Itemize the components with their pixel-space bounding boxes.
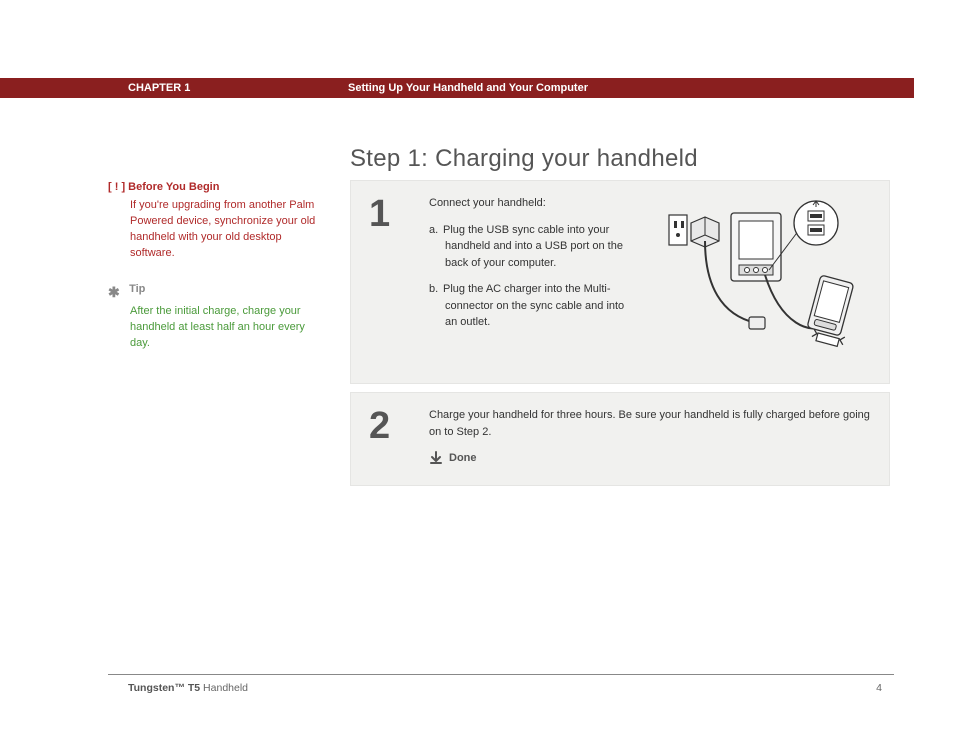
header-main: CHAPTER 1 Setting Up Your Handheld and Y… bbox=[108, 78, 914, 98]
footer-product: Tungsten™ T5 Handheld bbox=[128, 682, 248, 694]
list-label-b: b. bbox=[429, 281, 443, 298]
tip-title: Tip bbox=[129, 283, 145, 295]
step-1-box: 1 Connect your handheld: a.Plug the USB … bbox=[350, 180, 890, 384]
step-2-content: Charge your handheld for three hours. Be… bbox=[429, 407, 871, 467]
step-1-content: Connect your handheld: a.Plug the USB sy… bbox=[429, 195, 631, 365]
connection-illustration bbox=[661, 195, 871, 365]
header-spacer-right bbox=[914, 78, 954, 98]
header-spacer-left bbox=[0, 78, 108, 98]
step-1-b-text: Plug the AC charger into the Multi-conne… bbox=[443, 283, 624, 328]
section-label: Setting Up Your Handheld and Your Comput… bbox=[348, 82, 588, 94]
footer-product-bold: Tungsten™ T5 bbox=[128, 682, 200, 694]
footer: Tungsten™ T5 Handheld 4 bbox=[128, 682, 882, 694]
done-arrow-icon bbox=[429, 451, 443, 465]
list-label-a: a. bbox=[429, 222, 443, 239]
tip-body: After the initial charge, charge your ha… bbox=[130, 304, 318, 352]
step-1-a-text: Plug the USB sync cable into your handhe… bbox=[443, 224, 623, 269]
page-title: Step 1: Charging your handheld bbox=[350, 145, 698, 173]
before-you-begin-body: If you're upgrading from another Palm Po… bbox=[130, 198, 318, 262]
step-1-lead: Connect your handheld: bbox=[429, 195, 631, 212]
footer-rule bbox=[108, 674, 894, 675]
done-row: Done bbox=[429, 450, 871, 467]
footer-page-number: 4 bbox=[876, 682, 882, 694]
step-1-item-b: b.Plug the AC charger into the Multi-con… bbox=[429, 281, 629, 331]
tip-asterisk-icon: ✱ bbox=[108, 282, 126, 302]
chapter-label: CHAPTER 1 bbox=[128, 82, 348, 94]
footer-product-rest: Handheld bbox=[200, 682, 248, 694]
done-label: Done bbox=[449, 450, 477, 467]
step-1-number: 1 bbox=[369, 195, 399, 365]
step-2-body: Charge your handheld for three hours. Be… bbox=[429, 407, 871, 440]
before-you-begin-note: [ ! ] Before You Begin If you're upgradi… bbox=[108, 180, 318, 262]
step-1-list: a.Plug the USB sync cable into your hand… bbox=[429, 222, 631, 331]
alert-marker: [ ! ] bbox=[108, 181, 125, 193]
step-2-number: 2 bbox=[369, 407, 399, 467]
tip-note: ✱ Tip After the initial charge, charge y… bbox=[108, 282, 318, 352]
sidebar: [ ! ] Before You Begin If you're upgradi… bbox=[108, 180, 318, 372]
steps-container: 1 Connect your handheld: a.Plug the USB … bbox=[350, 180, 890, 494]
header-bar: CHAPTER 1 Setting Up Your Handheld and Y… bbox=[0, 78, 954, 98]
step-1-item-a: a.Plug the USB sync cable into your hand… bbox=[429, 222, 629, 272]
step-2-box: 2 Charge your handheld for three hours. … bbox=[350, 392, 890, 486]
before-you-begin-title: Before You Begin bbox=[128, 181, 219, 193]
